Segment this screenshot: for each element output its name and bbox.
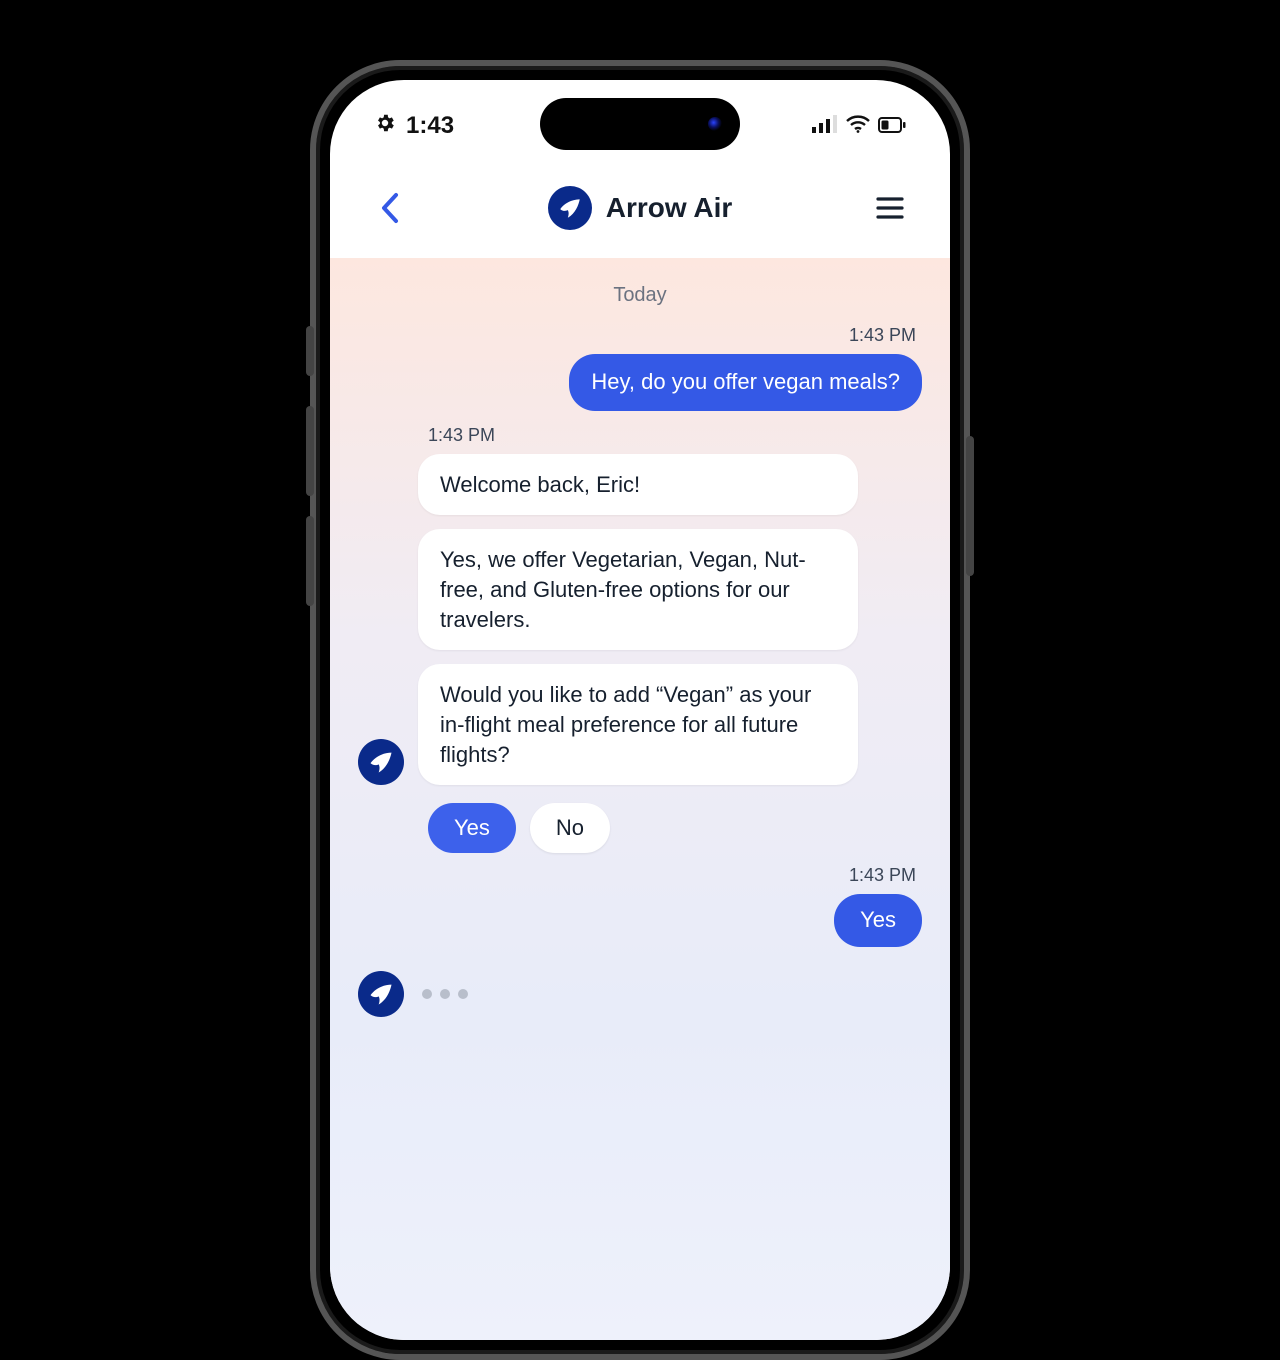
phone-screen: 1:43 Arro [330,80,950,1340]
brand-logo-icon [548,186,592,230]
user-message-bubble: Hey, do you offer vegan meals? [569,354,922,411]
phone-side-button [306,516,314,606]
chat-title-group: Arrow Air [548,186,733,230]
bot-avatar-icon [358,971,404,1017]
phone-frame: 1:43 Arro [310,60,970,1360]
chat-header: Arrow Air [330,158,950,258]
battery-icon [878,112,906,140]
message-row-bot: 1:43 PM Welcome back, Eric! Yes, we offe… [358,425,922,786]
typing-dots-icon [422,989,468,999]
bot-message-bubble: Would you like to add “Vegan” as your in… [418,664,858,785]
bot-message-bubble: Welcome back, Eric! [418,454,858,516]
phone-side-button [306,406,314,496]
message-timestamp: 1:43 PM [849,865,916,886]
chat-scroll-area[interactable]: Today 1:43 PM Hey, do you offer vegan me… [330,258,950,1340]
phone-side-button [966,436,974,576]
date-separator: Today [358,284,922,307]
phone-side-button [306,326,314,376]
quick-reply-row: Yes No [428,803,922,853]
menu-button[interactable] [870,188,910,228]
front-camera-icon [708,117,722,131]
bot-message-bubble: Yes, we offer Vegetarian, Vegan, Nut-fre… [418,529,858,650]
message-row-user: 1:43 PM Hey, do you offer vegan meals? [358,325,922,411]
cellular-icon [812,112,838,140]
user-message-bubble: Yes [834,894,922,947]
wifi-icon [846,112,870,140]
quick-reply-no-button[interactable]: No [530,803,610,853]
status-time: 1:43 [406,112,454,140]
typing-indicator-row [358,971,922,1017]
chat-title: Arrow Air [606,192,733,224]
bot-avatar-icon [358,739,404,785]
message-timestamp: 1:43 PM [428,425,495,446]
message-row-user: 1:43 PM Yes [358,865,922,947]
back-button[interactable] [370,188,410,228]
quick-reply-yes-button[interactable]: Yes [428,803,516,853]
dynamic-island [540,98,740,150]
message-timestamp: 1:43 PM [849,325,916,346]
gear-icon [374,112,396,141]
